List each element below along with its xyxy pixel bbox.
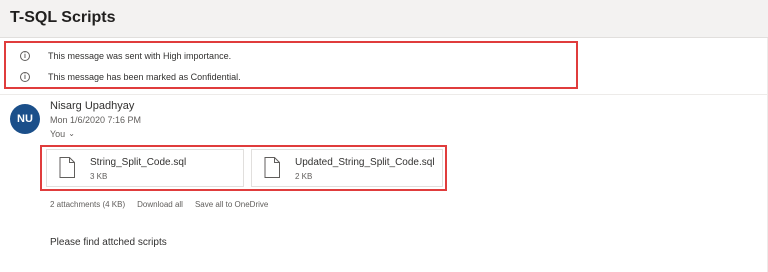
attachment-size: 2 KB [295, 172, 313, 181]
save-to-onedrive-link[interactable]: Save all to OneDrive [195, 200, 268, 209]
file-icon [264, 157, 280, 178]
avatar[interactable]: NU [10, 104, 40, 134]
attachment-summary: 2 attachments (4 KB) [50, 200, 126, 209]
confidential-notice-text: This message has been marked as Confiden… [48, 72, 241, 82]
message-body: Please find attched scripts [50, 237, 167, 248]
reading-pane: i This message was sent with High import… [0, 38, 768, 272]
sent-date: Mon 1/6/2020 7:16 PM [50, 115, 142, 125]
confidential-notice: i This message has been marked as Confid… [20, 70, 241, 84]
chevron-down-icon[interactable]: ⌄ [68, 130, 75, 138]
attachment-size: 3 KB [90, 172, 108, 181]
info-icon: i [20, 72, 30, 82]
attachment-name: Updated_String_Split_Code.sql [295, 157, 435, 168]
sender-name[interactable]: Nisarg Upadhyay [50, 100, 134, 112]
attachments-highlight-box: String_Split_Code.sql 3 KB Updated_Strin… [40, 145, 447, 191]
importance-notice-text: This message was sent with High importan… [48, 51, 232, 61]
download-all-link[interactable]: Download all [137, 200, 183, 209]
notices-highlight-box: i This message was sent with High import… [4, 41, 578, 89]
recipient-line[interactable]: You ⌄ [50, 129, 75, 139]
importance-notice: i This message was sent with High import… [20, 49, 231, 63]
attachment-card[interactable]: String_Split_Code.sql 3 KB [46, 149, 244, 187]
attachment-card[interactable]: Updated_String_Split_Code.sql 2 KB [251, 149, 443, 187]
attachment-actions: 2 attachments (4 KB) Download all Save a… [50, 200, 268, 209]
info-icon: i [20, 51, 30, 61]
file-icon [59, 157, 75, 178]
recipient-name: You [50, 129, 66, 139]
attachment-name: String_Split_Code.sql [90, 157, 187, 168]
message-header: T-SQL Scripts [0, 0, 768, 38]
divider [0, 94, 768, 95]
message-subject: T-SQL Scripts [10, 9, 116, 26]
